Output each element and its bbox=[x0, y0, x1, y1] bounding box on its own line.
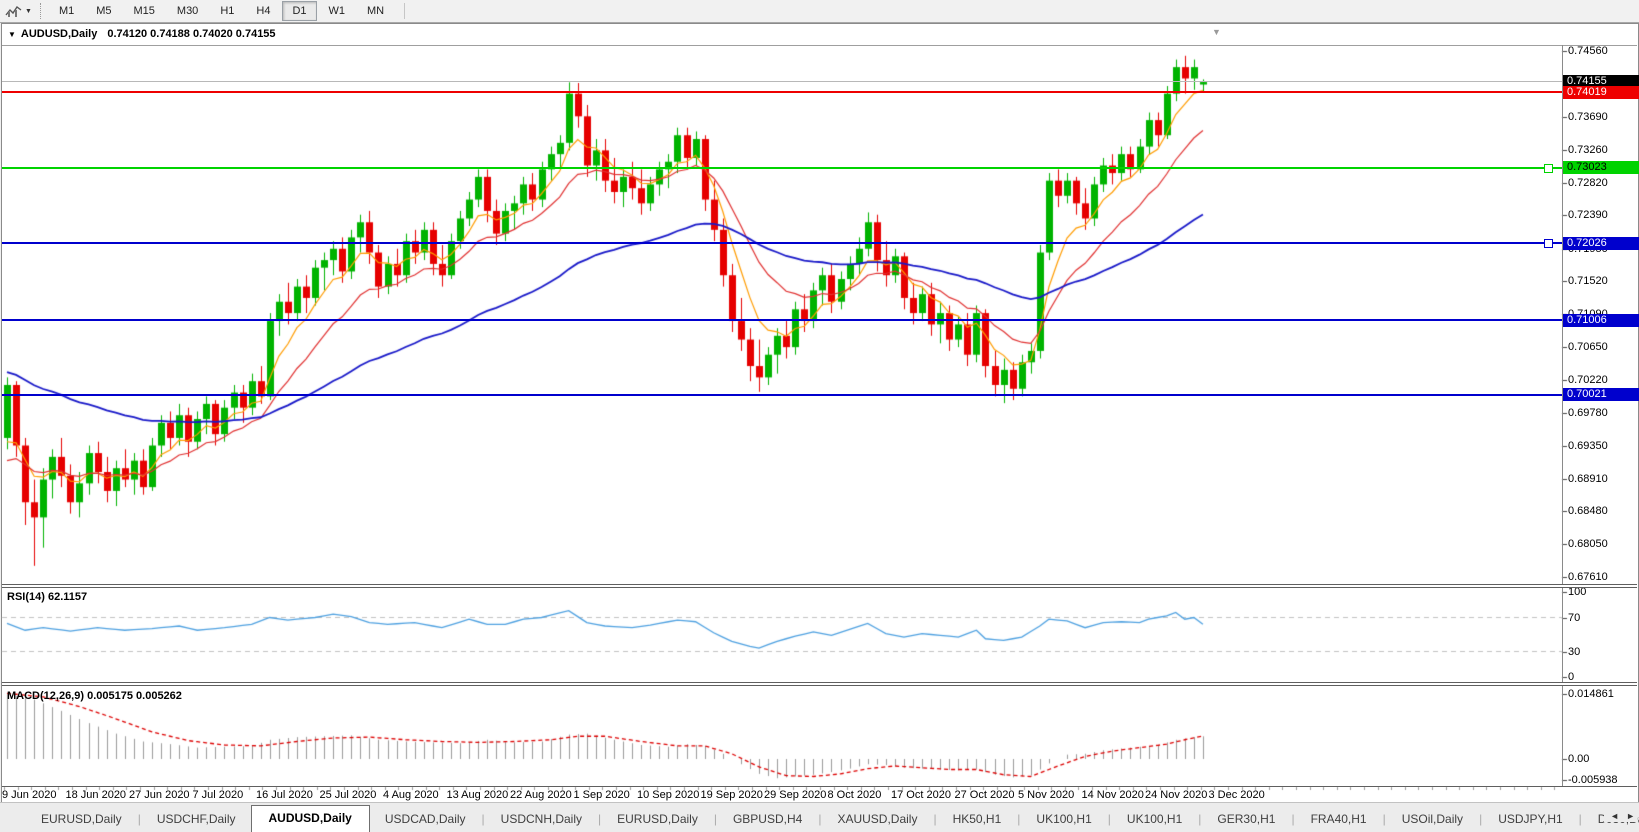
time-axis-label: 4 Aug 2020 bbox=[383, 789, 439, 801]
price-badge-support-1: 0.73023 bbox=[1563, 161, 1639, 175]
rsi-indicator-label: RSI(14) 62.1157 bbox=[7, 591, 88, 603]
time-axis-label: 14 Nov 2020 bbox=[1081, 789, 1144, 801]
rsi-tick-label: 70 bbox=[1568, 611, 1581, 624]
hline-handle-support-1[interactable] bbox=[1544, 163, 1553, 173]
time-axis-label: 5 Nov 2020 bbox=[1018, 789, 1075, 801]
autoscroll-marker-icon[interactable]: ▼ bbox=[1212, 27, 1221, 37]
macd-tick-label: -0.005938 bbox=[1568, 774, 1618, 786]
price-badge-support-3: 0.71006 bbox=[1563, 313, 1639, 327]
time-axis-label: 17 Oct 2020 bbox=[891, 789, 951, 801]
time-axis-label: 16 Jul 2020 bbox=[256, 789, 313, 801]
time-axis-label: 10 Sep 2020 bbox=[637, 789, 700, 801]
time-axis-label: 8 Oct 2020 bbox=[827, 789, 882, 801]
tab-scroll-left-icon[interactable]: ◄ bbox=[1610, 811, 1619, 821]
hline-support-1[interactable] bbox=[2, 166, 1562, 169]
chart-ohlc-values: 0.74120 0.74188 0.74020 0.74155 bbox=[107, 28, 276, 40]
price-tick-label: 0.67610 bbox=[1568, 571, 1608, 584]
price-tick-label: 0.70220 bbox=[1568, 373, 1608, 386]
macd-indicator-label: MACD(12,26,9) 0.005175 0.005262 bbox=[7, 690, 182, 702]
rsi-tick-label: 30 bbox=[1568, 645, 1581, 658]
tab-scroll-right-icon[interactable]: ► bbox=[1626, 811, 1635, 821]
tab-scroll-arrows: ◄ ► bbox=[1604, 810, 1637, 822]
plot-top-border bbox=[2, 45, 1637, 46]
chart-canvas[interactable] bbox=[0, 0, 1639, 832]
chart-collapse-icon[interactable]: ▼ bbox=[8, 30, 16, 39]
time-axis-label: 27 Oct 2020 bbox=[954, 789, 1015, 801]
price-badge-resistance-1: 0.74019 bbox=[1563, 85, 1639, 99]
price-tick-label: 0.68050 bbox=[1568, 537, 1608, 550]
price-tick-label: 0.71520 bbox=[1568, 275, 1608, 288]
price-tick-label: 0.69350 bbox=[1568, 439, 1608, 452]
hline-bid[interactable] bbox=[2, 81, 1562, 83]
price-tick-label: 0.69780 bbox=[1568, 406, 1608, 419]
price-tick-label: 0.74560 bbox=[1568, 45, 1608, 58]
chart-symbol-period: AUDUSD,Daily bbox=[20, 28, 98, 40]
macd-tick-label: 0.00 bbox=[1568, 753, 1590, 765]
time-axis-label: 18 Jun 2020 bbox=[65, 789, 127, 801]
hline-support-3[interactable] bbox=[2, 319, 1562, 322]
price-tick-label: 0.68480 bbox=[1568, 505, 1608, 518]
price-scale-border bbox=[1562, 45, 1563, 786]
hline-support-4[interactable] bbox=[2, 393, 1562, 396]
time-axis-label: 1 Sep 2020 bbox=[573, 789, 630, 801]
price-tick-label: 0.72820 bbox=[1568, 176, 1608, 189]
macd-tick-label: 0.014861 bbox=[1568, 687, 1614, 700]
rsi-value: 62.1157 bbox=[47, 591, 88, 603]
hline-handle-support-2[interactable] bbox=[1544, 239, 1553, 248]
macd-values: 0.005175 0.005262 bbox=[87, 690, 182, 702]
price-tick-label: 0.72390 bbox=[1568, 209, 1608, 222]
time-axis-label: 22 Aug 2020 bbox=[510, 789, 572, 801]
time-axis-label: 19 Sep 2020 bbox=[700, 789, 763, 801]
price-tick-label: 0.73690 bbox=[1568, 111, 1608, 124]
time-axis-label: 29 Sep 2020 bbox=[764, 789, 827, 801]
hline-resistance-1[interactable] bbox=[2, 91, 1562, 94]
time-axis-label: 13 Aug 2020 bbox=[446, 789, 509, 801]
price-badge-support-4: 0.70021 bbox=[1563, 388, 1639, 402]
price-tick-label: 0.68910 bbox=[1568, 472, 1608, 485]
panel-divider[interactable] bbox=[2, 682, 1637, 686]
time-axis-label: 24 Nov 2020 bbox=[1145, 789, 1208, 801]
time-axis-label: 7 Jul 2020 bbox=[192, 789, 244, 801]
chart-title: ▼ AUDUSD,Daily 0.74120 0.74188 0.74020 0.7… bbox=[8, 28, 276, 40]
time-axis-border bbox=[2, 786, 1637, 787]
time-axis-label: 3 Dec 2020 bbox=[1208, 789, 1265, 801]
panel-divider[interactable] bbox=[2, 584, 1637, 588]
time-axis-label: 9 Jun 2020 bbox=[2, 789, 57, 801]
time-axis-label: 25 Jul 2020 bbox=[319, 789, 377, 801]
price-tick-label: 0.73260 bbox=[1568, 143, 1608, 156]
price-badge-support-2: 0.72026 bbox=[1563, 236, 1639, 250]
price-tick-label: 0.70650 bbox=[1568, 341, 1608, 354]
trading-platform-window: { "toolbar": { "timeframes": ["M1","M5",… bbox=[0, 0, 1639, 832]
hline-support-2[interactable] bbox=[2, 242, 1562, 244]
time-axis-label: 27 Jun 2020 bbox=[129, 789, 190, 801]
